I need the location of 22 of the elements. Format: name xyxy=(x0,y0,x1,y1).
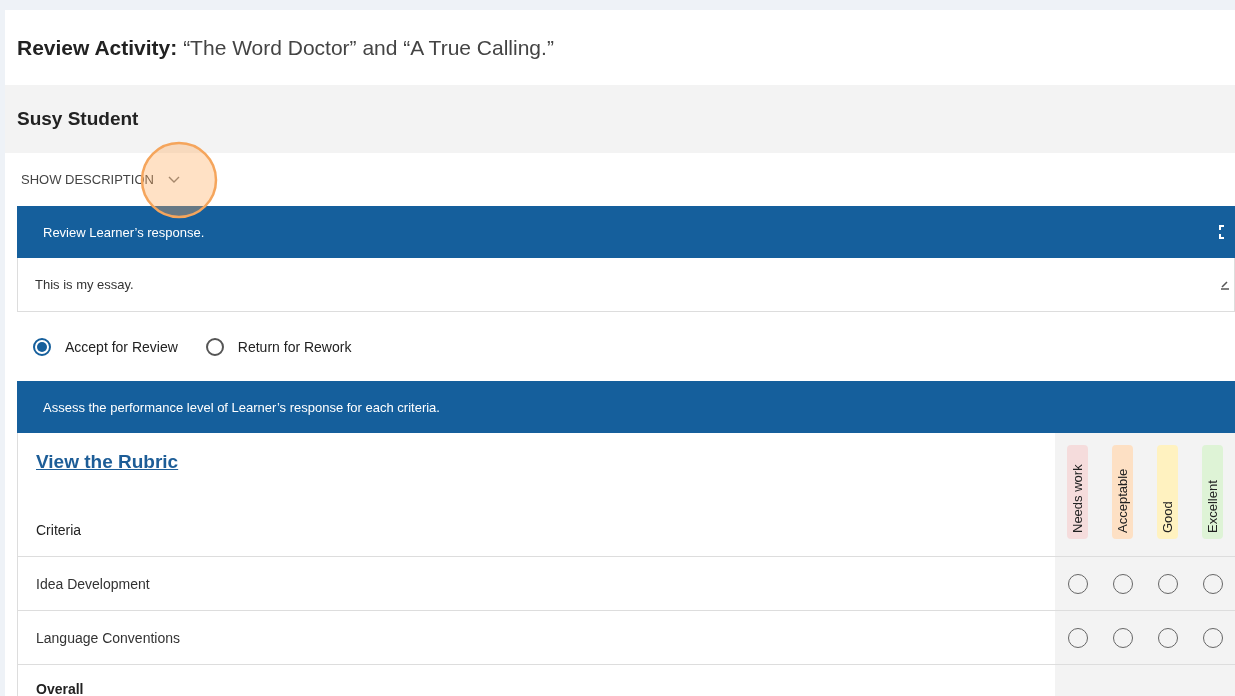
level-tag: Excellent xyxy=(1202,445,1223,539)
page-title: Review Activity: “The Word Doctor” and “A True Calling.” xyxy=(17,35,554,60)
review-option[interactable]: Return for Rework xyxy=(205,337,352,356)
criteria-heading: Criteria xyxy=(36,522,83,538)
response-text: This is my essay. xyxy=(35,277,134,292)
level-tag: Needs work xyxy=(1067,445,1088,539)
response-heading: Review Learner’s response. xyxy=(43,224,205,240)
radio-icon[interactable] xyxy=(33,337,51,356)
rubric-link[interactable]: View the Rubric xyxy=(36,451,179,473)
level-tag: Acceptable xyxy=(1112,445,1133,539)
radio-icon[interactable] xyxy=(205,337,224,356)
level-tag: Good xyxy=(1157,445,1178,539)
pencil-icon[interactable] xyxy=(1220,279,1230,290)
option-label: Return for Rework xyxy=(237,338,352,355)
chevron-icon xyxy=(167,175,180,184)
student-name: Susy Student xyxy=(17,108,139,130)
overall-label: Overall xyxy=(35,680,85,696)
criteria-cell-text: Idea Development xyxy=(35,574,151,594)
option-label: Accept for Review xyxy=(65,338,178,355)
review-option[interactable]: Accept for Review xyxy=(33,337,178,356)
assessment-heading: Assess the performance level of Learner’s response for each criteria. xyxy=(43,399,440,415)
criteria-cell-text: Language Conventions xyxy=(35,628,181,648)
